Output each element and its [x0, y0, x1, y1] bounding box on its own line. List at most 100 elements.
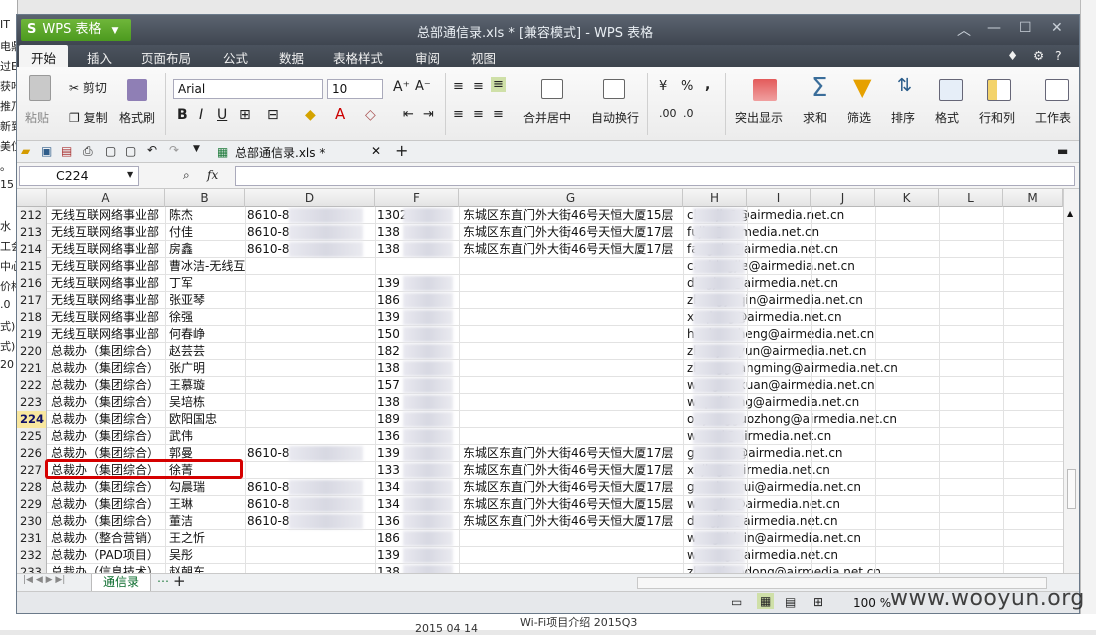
- cell-g[interactable]: 东城区东直门外大街46号天恒大厦17层: [463, 445, 683, 462]
- cell-b[interactable]: 何春峥: [169, 326, 245, 343]
- tab-review[interactable]: 审阅: [415, 48, 440, 67]
- cell-g[interactable]: 东城区东直门外大街46号天恒大厦17层: [463, 513, 683, 530]
- cell-d[interactable]: [247, 530, 373, 547]
- document-tab[interactable]: ▦ 总部通信录.xls * ✕: [217, 141, 385, 163]
- cell-g[interactable]: [463, 326, 683, 343]
- cut-button[interactable]: ✂ 剪切: [69, 79, 107, 96]
- zoom-search-icon[interactable]: ⌕: [183, 168, 190, 183]
- worksheet-button[interactable]: 工作表: [1035, 109, 1071, 126]
- fill-color-icon[interactable]: ◆: [305, 107, 316, 123]
- column-header[interactable]: K: [875, 189, 939, 207]
- tab-view[interactable]: 视图: [471, 48, 496, 67]
- cell-g[interactable]: 东城区东直门外大街46号天恒大厦15层: [463, 207, 683, 224]
- row-number[interactable]: 223: [17, 394, 47, 411]
- spreadsheet-grid[interactable]: A B D F G H I J K L M 212 无线互联网络事业部 陈杰 8610…: [17, 189, 1063, 573]
- collapse-icon[interactable]: ︿: [957, 20, 971, 40]
- cell-b[interactable]: 武伟: [169, 428, 245, 445]
- cell-g[interactable]: 东城区东直门外大街46号天恒大厦15层: [463, 496, 683, 513]
- sort-icon[interactable]: ⇅: [897, 75, 912, 96]
- cell-b[interactable]: 董洁: [169, 513, 245, 530]
- cell-b[interactable]: 张亚琴: [169, 292, 245, 309]
- cell-a[interactable]: 总裁办（集团综合）: [51, 343, 165, 360]
- cell-g[interactable]: 东城区东直门外大街46号天恒大厦17层: [463, 224, 683, 241]
- cell-d[interactable]: [247, 360, 373, 377]
- cell-a[interactable]: 总裁办（集团综合）: [51, 428, 165, 445]
- sheet-tab[interactable]: 通信录: [91, 574, 151, 592]
- row-number[interactable]: 221: [17, 360, 47, 377]
- cell-d[interactable]: [247, 394, 373, 411]
- cell-a[interactable]: 总裁办（集团综合）: [51, 394, 165, 411]
- name-box[interactable]: C224: [19, 166, 139, 186]
- column-header[interactable]: D: [245, 189, 375, 207]
- cell-b[interactable]: 张广明: [169, 360, 245, 377]
- cell-a[interactable]: 无线互联网络事业部: [51, 275, 165, 292]
- cell-b[interactable]: 吴培栋: [169, 394, 245, 411]
- merge-center-button[interactable]: 合并居中: [523, 109, 571, 126]
- cell-d[interactable]: [247, 258, 373, 275]
- cell-g[interactable]: [463, 411, 683, 428]
- cell-a[interactable]: 无线互联网络事业部: [51, 241, 165, 258]
- cell-a[interactable]: 无线互联网络事业部: [51, 207, 165, 224]
- vertical-scrollbar[interactable]: ▲: [1063, 189, 1079, 573]
- cell-g[interactable]: [463, 360, 683, 377]
- align-right-icon[interactable]: ≡: [493, 107, 504, 122]
- cell-g[interactable]: [463, 309, 683, 326]
- sum-icon[interactable]: Σ: [811, 73, 827, 103]
- page-break-view-icon[interactable]: ▤: [785, 595, 796, 609]
- panel-icon[interactable]: ▬: [1057, 144, 1068, 158]
- cell-b[interactable]: 陈杰: [169, 207, 245, 224]
- cell-a[interactable]: 总裁办（集团综合）: [51, 360, 165, 377]
- copy-button[interactable]: ❐ 复制: [69, 109, 108, 126]
- column-header[interactable]: B: [165, 189, 245, 207]
- clear-format-icon[interactable]: ◇: [365, 107, 376, 123]
- highlight-button[interactable]: 突出显示: [735, 109, 783, 126]
- spellcheck-icon[interactable]: ▢: [125, 144, 136, 158]
- cell-g[interactable]: [463, 275, 683, 292]
- row-number[interactable]: 218: [17, 309, 47, 326]
- cell-d[interactable]: [247, 547, 373, 564]
- row-number[interactable]: 220: [17, 343, 47, 360]
- grow-font-icon[interactable]: A⁺: [393, 79, 410, 95]
- format-icon[interactable]: [939, 79, 963, 101]
- cell-g[interactable]: 东城区东直门外大街46号天恒大厦17层: [463, 241, 683, 258]
- print-icon[interactable]: ⎙: [83, 144, 93, 159]
- row-number[interactable]: 216: [17, 275, 47, 292]
- cell-d[interactable]: [247, 292, 373, 309]
- redo-icon[interactable]: ↷: [169, 143, 179, 157]
- format-painter-button[interactable]: 格式刷: [119, 109, 155, 126]
- cell-b[interactable]: 赵芸芸: [169, 343, 245, 360]
- rows-cols-button[interactable]: 行和列: [979, 109, 1015, 126]
- app-menu-button[interactable]: S WPS 表格 ▼: [21, 19, 131, 41]
- merge-center-icon[interactable]: [541, 79, 563, 99]
- maximize-icon[interactable]: ☐: [1019, 20, 1032, 36]
- row-number[interactable]: 227: [17, 462, 47, 479]
- cell-a[interactable]: 总裁办（集团综合）: [51, 496, 165, 513]
- cell-g[interactable]: 东城区东直门外大街46号天恒大厦17层: [463, 462, 683, 479]
- customize-icon[interactable]: ▼: [193, 144, 200, 154]
- export-pdf-icon[interactable]: ▤: [61, 144, 72, 158]
- row-number[interactable]: 217: [17, 292, 47, 309]
- cell-d[interactable]: [247, 377, 373, 394]
- column-header[interactable]: G: [459, 189, 683, 207]
- tab-data[interactable]: 数据: [279, 48, 304, 67]
- align-left-icon[interactable]: ≡: [453, 107, 464, 122]
- increase-decimal-icon[interactable]: .00: [659, 107, 677, 120]
- align-bottom-icon[interactable]: ≡: [491, 77, 506, 92]
- format-painter-icon[interactable]: [127, 79, 147, 101]
- cell-a[interactable]: 总裁办（集团综合）: [51, 513, 165, 530]
- tab-formulas[interactable]: 公式: [223, 48, 248, 67]
- underline-icon[interactable]: U: [217, 107, 227, 123]
- cell-b[interactable]: 王慕璇: [169, 377, 245, 394]
- row-number[interactable]: 212: [17, 207, 47, 224]
- font-size-select[interactable]: 10: [327, 79, 383, 99]
- select-all-corner[interactable]: [17, 189, 47, 207]
- cell-g[interactable]: [463, 258, 683, 275]
- cell-b[interactable]: 曹冰洁-无线互: [169, 258, 245, 275]
- sum-button[interactable]: 求和: [803, 109, 827, 126]
- settings-icon[interactable]: ⚙: [1033, 48, 1044, 63]
- cell-a[interactable]: 总裁办（集团综合）: [51, 479, 165, 496]
- skin-icon[interactable]: ♦: [1007, 48, 1018, 63]
- row-number[interactable]: 231: [17, 530, 47, 547]
- fx-icon[interactable]: fx: [207, 168, 218, 182]
- column-header[interactable]: I: [747, 189, 811, 207]
